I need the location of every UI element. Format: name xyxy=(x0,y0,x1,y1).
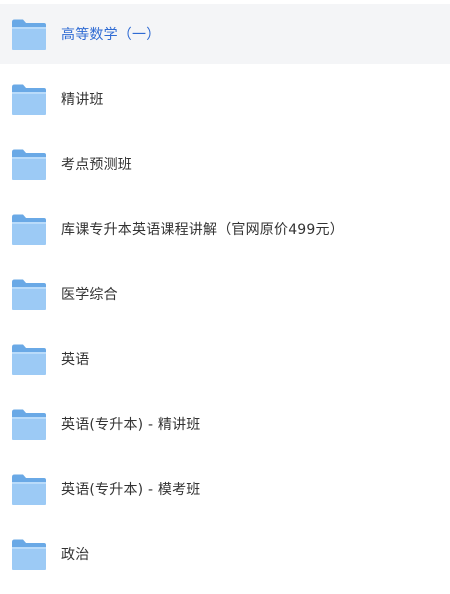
folder-name: 英语(专升本) - 模考班 xyxy=(61,482,201,498)
folder-name: 政治 xyxy=(61,547,90,563)
folder-item-2[interactable]: 考点预测班 xyxy=(0,134,450,194)
folder-name: 医学综合 xyxy=(61,287,118,303)
folder-item-4[interactable]: 医学综合 xyxy=(0,264,450,324)
folder-item-8[interactable]: 政治 xyxy=(0,524,450,584)
folder-item-1[interactable]: 精讲班 xyxy=(0,69,450,129)
folder-icon xyxy=(11,538,47,571)
folder-icon xyxy=(11,343,47,376)
folder-name: 精讲班 xyxy=(61,92,104,108)
folder-list: 高等数学（一） 精讲班 考点预测班 库课专升本英语课程讲解（官网原价499元） … xyxy=(0,0,450,594)
folder-name: 英语 xyxy=(61,352,90,368)
folder-item-7[interactable]: 英语(专升本) - 模考班 xyxy=(0,459,450,519)
folder-icon xyxy=(11,83,47,116)
folder-name: 考点预测班 xyxy=(61,157,132,173)
folder-icon xyxy=(11,148,47,181)
folder-icon xyxy=(11,213,47,246)
folder-item-6[interactable]: 英语(专升本) - 精讲班 xyxy=(0,394,450,454)
folder-item-5[interactable]: 英语 xyxy=(0,329,450,389)
folder-item-0[interactable]: 高等数学（一） xyxy=(0,4,450,64)
folder-name: 英语(专升本) - 精讲班 xyxy=(61,417,201,433)
folder-name: 高等数学（一） xyxy=(61,27,161,43)
folder-item-3[interactable]: 库课专升本英语课程讲解（官网原价499元） xyxy=(0,199,450,259)
folder-icon xyxy=(11,278,47,311)
folder-icon xyxy=(11,473,47,506)
folder-icon xyxy=(11,408,47,441)
folder-icon xyxy=(11,18,47,51)
folder-name: 库课专升本英语课程讲解（官网原价499元） xyxy=(61,222,344,238)
